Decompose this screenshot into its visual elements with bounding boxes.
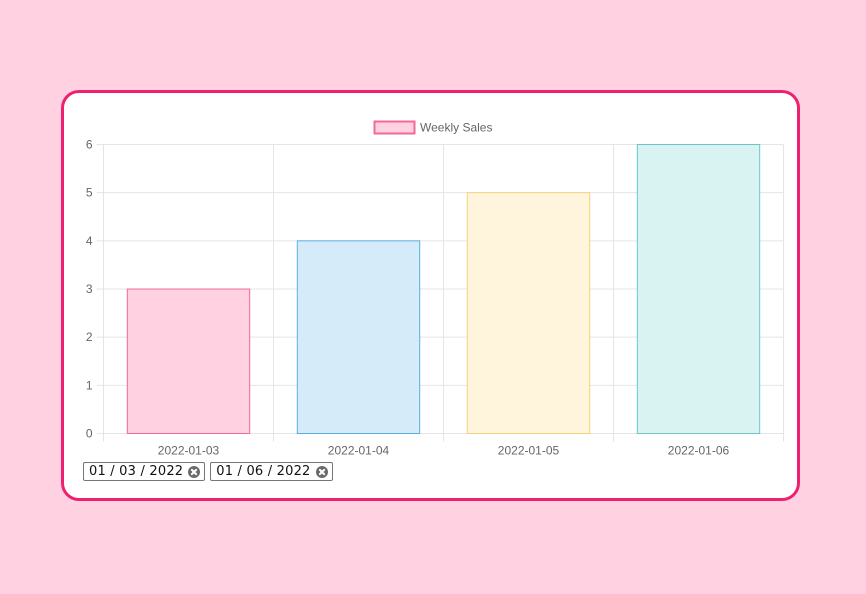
x-tick-labels: 2022-01-03 2022-01-04 2022-01-05 2022-01-06 — [158, 444, 730, 458]
bar — [636, 144, 761, 434]
legend-label[interactable]: Weekly Sales — [420, 121, 492, 135]
date-filter-row: 01 / 03 / 2022 01 / 06 / 2022 — [83, 462, 333, 481]
x-tick-label: 2022-01-06 — [668, 444, 730, 458]
y-tick-label: 6 — [86, 138, 93, 152]
bar — [466, 192, 591, 434]
clear-icon[interactable] — [188, 465, 201, 478]
start-date-value: 01 / 03 / 2022 — [89, 464, 184, 479]
y-tick-label: 5 — [86, 186, 93, 200]
y-tick-label: 4 — [86, 234, 93, 248]
end-date-value: 01 / 06 / 2022 — [216, 464, 311, 479]
bar — [126, 288, 251, 434]
x-tick-label: 2022-01-04 — [328, 444, 390, 458]
y-tick-label: 3 — [86, 282, 93, 296]
y-tick-label: 2 — [86, 330, 93, 344]
bar-chart: 0123456 2022-01-03 2022-01-04 2022-01-05 20… — [86, 120, 784, 458]
chart-card: 0123456 2022-01-03 2022-01-04 2022-01-05 20… — [61, 90, 800, 501]
y-tick-label: 1 — [86, 378, 93, 392]
clear-icon[interactable] — [315, 465, 328, 478]
legend-swatch[interactable] — [373, 120, 416, 135]
y-tick-label: 0 — [86, 427, 93, 441]
y-tick-labels: 0 1 2 3 4 5 6 — [86, 138, 93, 441]
bar — [296, 240, 421, 434]
start-date-input[interactable]: 01 / 03 / 2022 — [83, 462, 206, 481]
legend[interactable]: Weekly Sales — [373, 120, 493, 135]
end-date-input[interactable]: 01 / 06 / 2022 — [210, 462, 333, 481]
x-tick-label: 2022-01-03 — [158, 444, 220, 458]
x-tick-label: 2022-01-05 — [498, 444, 560, 458]
